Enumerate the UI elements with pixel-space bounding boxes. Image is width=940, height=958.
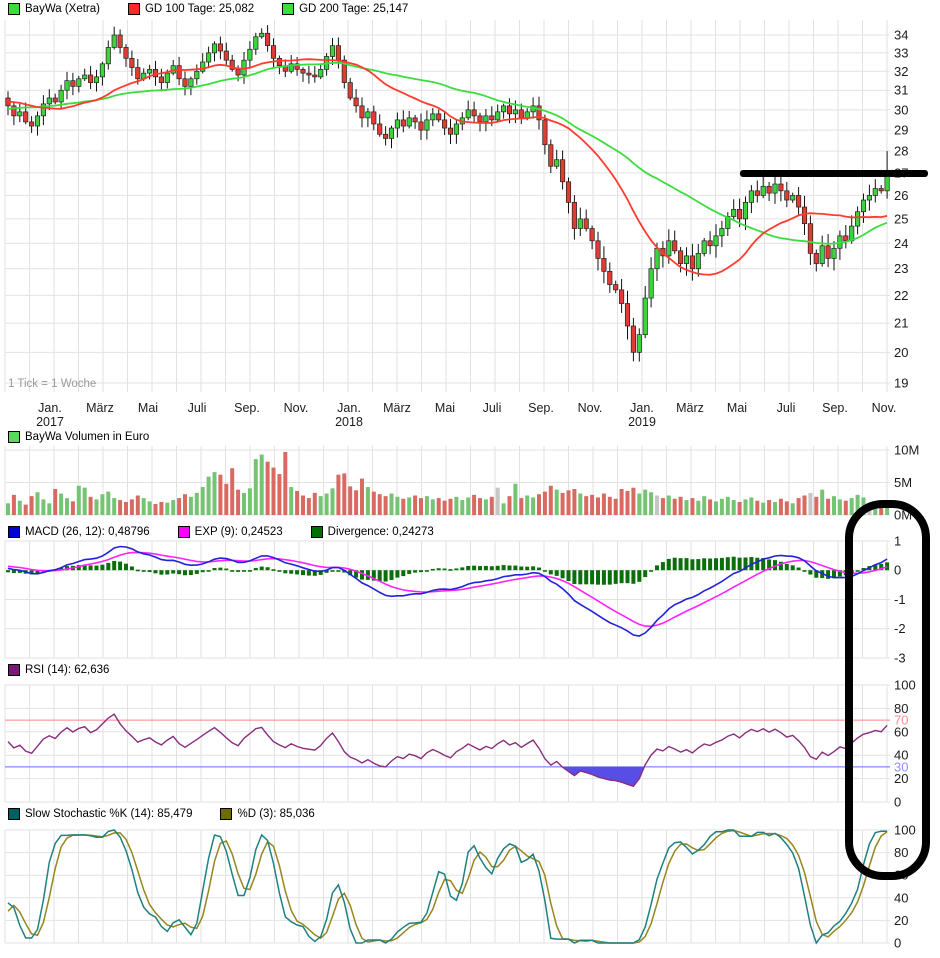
svg-text:März: März — [86, 401, 114, 415]
series-color-swatch — [8, 808, 20, 820]
series-color-swatch — [178, 526, 190, 538]
legend-item: BayWa Volumen in Euro — [8, 431, 149, 443]
gridlines — [5, 20, 890, 943]
legend-item: MACD (26, 12): 0,48796 — [8, 526, 150, 538]
legend-label: MACD (26, 12): 0,48796 — [25, 526, 150, 538]
legend-item: Slow Stochastic %K (14): 85,479 — [8, 808, 192, 820]
series-color-swatch — [8, 664, 20, 676]
legend-label: GD 100 Tage: 25,082 — [145, 3, 254, 15]
legend-item: GD 200 Tage: 25,147 — [282, 3, 408, 15]
legend-label: BayWa (Xetra) — [25, 3, 100, 15]
svg-text:10M: 10M — [894, 443, 919, 458]
svg-text:33: 33 — [894, 45, 908, 60]
series-color-swatch — [311, 526, 323, 538]
svg-text:März: März — [676, 401, 704, 415]
svg-text:Jan.: Jan. — [630, 401, 654, 415]
svg-text:34: 34 — [894, 28, 908, 43]
svg-text:26: 26 — [894, 188, 908, 203]
svg-text:28: 28 — [894, 144, 908, 159]
stochastic-legend: Slow Stochastic %K (14): 85,479 %D (3): … — [8, 808, 315, 820]
legend-label: RSI (14): 62,636 — [25, 664, 109, 676]
svg-text:0: 0 — [894, 936, 901, 951]
price-panel[interactable] — [6, 25, 890, 361]
legend-label: GD 200 Tage: 25,147 — [299, 3, 408, 15]
volume-panel[interactable] — [6, 452, 889, 515]
price-legend: BayWa (Xetra) GD 100 Tage: 25,082 GD 200… — [8, 3, 408, 15]
svg-text:40: 40 — [894, 890, 908, 905]
svg-text:Nov.: Nov. — [284, 401, 309, 415]
legend-item: RSI (14): 62,636 — [8, 664, 109, 676]
legend-item: Divergence: 0,24273 — [311, 526, 434, 538]
svg-text:29: 29 — [894, 123, 908, 138]
svg-text:2018: 2018 — [335, 415, 363, 429]
volume-legend: BayWa Volumen in Euro — [8, 431, 149, 443]
svg-text:Sep.: Sep. — [528, 401, 554, 415]
svg-text:25: 25 — [894, 211, 908, 226]
svg-text:Jan.: Jan. — [337, 401, 361, 415]
legend-item: BayWa (Xetra) — [8, 3, 100, 15]
svg-text:30: 30 — [894, 102, 908, 117]
svg-text:Nov.: Nov. — [872, 401, 897, 415]
svg-text:23: 23 — [894, 261, 908, 276]
svg-text:21: 21 — [894, 316, 908, 331]
svg-text:19: 19 — [894, 375, 908, 390]
svg-text:32: 32 — [894, 64, 908, 79]
legend-label: EXP (9): 0,24523 — [195, 526, 283, 538]
stochastic-panel[interactable] — [8, 830, 887, 943]
resistance-line-annotation — [740, 170, 928, 177]
svg-text:Mai: Mai — [435, 401, 455, 415]
tick-interval-note: 1 Tick = 1 Woche — [8, 378, 96, 390]
svg-text:Mai: Mai — [138, 401, 158, 415]
macd-legend: MACD (26, 12): 0,48796 EXP (9): 0,24523 … — [8, 526, 434, 538]
series-color-swatch — [8, 3, 20, 15]
svg-text:20: 20 — [894, 913, 908, 928]
macd-panel[interactable] — [6, 547, 889, 637]
series-color-swatch — [282, 3, 294, 15]
svg-text:31: 31 — [894, 83, 908, 98]
svg-text:Juli: Juli — [483, 401, 502, 415]
svg-text:Juli: Juli — [188, 401, 207, 415]
rsi-panel[interactable] — [5, 714, 890, 786]
series-color-swatch — [8, 526, 20, 538]
rsi-legend: RSI (14): 62,636 — [8, 664, 109, 676]
legend-label: %D (3): 85,036 — [237, 808, 314, 820]
legend-item: GD 100 Tage: 25,082 — [128, 3, 254, 15]
svg-text:22: 22 — [894, 288, 908, 303]
svg-text:20: 20 — [894, 345, 908, 360]
series-color-swatch — [220, 808, 232, 820]
legend-item: %D (3): 85,036 — [220, 808, 314, 820]
highlight-box-annotation — [845, 500, 930, 880]
svg-text:Juli: Juli — [777, 401, 796, 415]
svg-text:2017: 2017 — [36, 415, 64, 429]
svg-text:Jan.: Jan. — [38, 401, 62, 415]
legend-label: Divergence: 0,24273 — [328, 526, 434, 538]
svg-text:5M: 5M — [894, 475, 912, 490]
svg-text:24: 24 — [894, 236, 908, 251]
legend-item: EXP (9): 0,24523 — [178, 526, 283, 538]
svg-text:Nov.: Nov. — [578, 401, 603, 415]
legend-label: BayWa Volumen in Euro — [25, 431, 149, 443]
svg-text:Mai: Mai — [727, 401, 747, 415]
legend-label: Slow Stochastic %K (14): 85,479 — [25, 808, 192, 820]
series-color-swatch — [8, 431, 20, 443]
series-color-swatch — [128, 3, 140, 15]
svg-text:Sep.: Sep. — [234, 401, 260, 415]
svg-text:März: März — [383, 401, 411, 415]
svg-text:Sep.: Sep. — [822, 401, 848, 415]
svg-text:2019: 2019 — [628, 415, 656, 429]
